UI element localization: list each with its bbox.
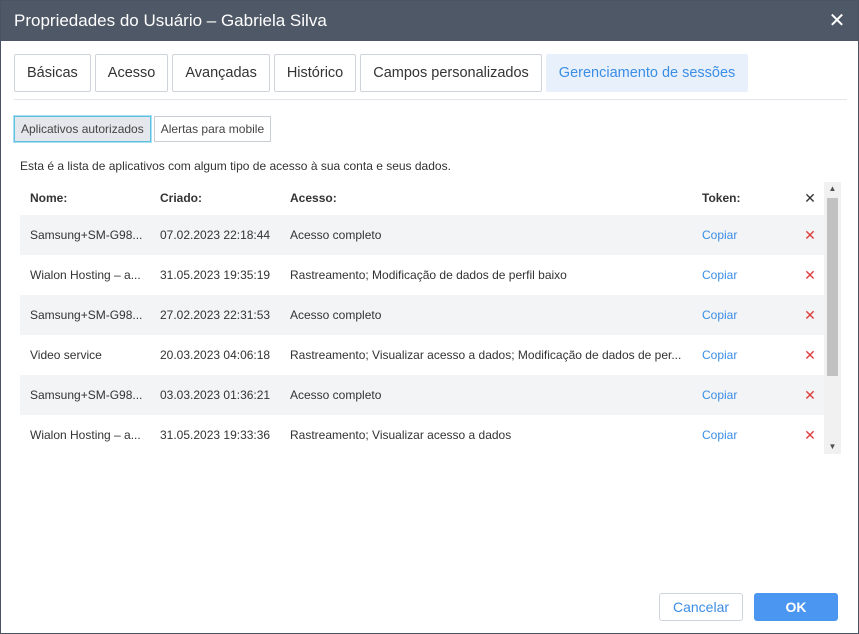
row-access: Rastreamento; Visualizar acesso a dados — [290, 428, 512, 442]
row-access: Rastreamento; Modificação de dados de pe… — [290, 268, 567, 282]
row-name: Samsung+SM-G98... — [30, 308, 143, 322]
table-row: Wialon Hosting – a... 31.05.2023 19:35:1… — [20, 255, 824, 295]
scroll-up-icon[interactable]: ▲ — [824, 182, 841, 196]
scroll-down-icon[interactable]: ▼ — [824, 440, 841, 454]
header-created: Criado: — [160, 191, 202, 205]
delete-icon[interactable]: ✕ — [802, 295, 818, 335]
delete-icon[interactable]: ✕ — [802, 215, 818, 255]
delete-icon[interactable]: ✕ — [802, 415, 818, 455]
dialog-titlebar: Propriedades do Usuário – Gabriela Silva… — [1, 1, 858, 41]
dialog-title: Propriedades do Usuário – Gabriela Silva — [14, 11, 327, 30]
table-scrollbar[interactable]: ▲ ▼ — [824, 182, 841, 454]
table-row: Samsung+SM-G98... 03.03.2023 01:36:21 Ac… — [20, 375, 824, 415]
delete-icon[interactable]: ✕ — [802, 335, 818, 375]
row-access: Acesso completo — [290, 308, 382, 322]
row-created: 03.03.2023 01:36:21 — [160, 388, 271, 402]
copy-token-link[interactable]: Copiar — [702, 295, 752, 335]
copy-token-link[interactable]: Copiar — [702, 255, 752, 295]
tab-historico[interactable]: Histórico — [273, 54, 357, 92]
tabs-divider — [14, 99, 847, 100]
row-access: Rastreamento; Visualizar acesso a dados;… — [290, 348, 682, 362]
subtab-aplicativos-autorizados[interactable]: Aplicativos autorizados — [14, 116, 151, 142]
tab-gerenciamento-de-sessoes[interactable]: Gerenciamento de sessões — [545, 54, 749, 92]
copy-token-link[interactable]: Copiar — [702, 215, 752, 255]
tab-acesso[interactable]: Acesso — [94, 54, 169, 92]
row-name: Samsung+SM-G98... — [30, 388, 143, 402]
row-created: 07.02.2023 22:18:44 — [160, 228, 271, 242]
row-created: 31.05.2023 19:35:19 — [160, 268, 271, 282]
header-access: Acesso: — [290, 191, 337, 205]
cancel-button[interactable]: Cancelar — [659, 593, 743, 621]
subtab-bar: Aplicativos autorizados Alertas para mob… — [14, 116, 274, 142]
header-token: Token: — [702, 191, 741, 205]
delete-icon[interactable]: ✕ — [802, 375, 818, 415]
row-access: Acesso completo — [290, 388, 382, 402]
delete-icon[interactable]: ✕ — [802, 255, 818, 295]
table-row: Samsung+SM-G98... 07.02.2023 22:18:44 Ac… — [20, 215, 824, 255]
table-row: Wialon Hosting – a... 31.05.2023 19:33:3… — [20, 415, 824, 455]
copy-token-link[interactable]: Copiar — [702, 335, 752, 375]
row-access: Acesso completo — [290, 228, 382, 242]
table-row: Video service 20.03.2023 04:06:18 Rastre… — [20, 335, 824, 375]
close-icon[interactable]: ✕ — [826, 10, 848, 32]
subtab-alertas-para-mobile[interactable]: Alertas para mobile — [153, 116, 272, 142]
copy-token-link[interactable]: Copiar — [702, 415, 752, 455]
tab-basicas[interactable]: Básicas — [14, 54, 91, 92]
row-name: Samsung+SM-G98... — [30, 228, 143, 242]
copy-token-link[interactable]: Copiar — [702, 375, 752, 415]
description-text: Esta é a lista de aplicativos com algum … — [20, 159, 451, 173]
row-name: Wialon Hosting – a... — [30, 428, 141, 442]
delete-all-icon[interactable]: ✕ — [802, 182, 818, 215]
row-created: 31.05.2023 19:33:36 — [160, 428, 271, 442]
row-created: 27.02.2023 22:31:53 — [160, 308, 271, 322]
ok-button[interactable]: OK — [754, 593, 838, 621]
user-properties-dialog: Propriedades do Usuário – Gabriela Silva… — [0, 0, 859, 634]
sessions-table: Nome: Criado: Acesso: Token: ✕ Samsung+S… — [20, 182, 824, 455]
row-name: Video service — [30, 348, 102, 362]
table-header: Nome: Criado: Acesso: Token: ✕ — [20, 182, 824, 215]
tab-avancadas[interactable]: Avançadas — [172, 54, 270, 92]
scroll-thumb[interactable] — [827, 198, 838, 376]
tab-campos-personalizados[interactable]: Campos personalizados — [360, 54, 542, 92]
row-name: Wialon Hosting – a... — [30, 268, 141, 282]
tab-bar: Básicas Acesso Avançadas Histórico Campo… — [14, 54, 752, 92]
row-created: 20.03.2023 04:06:18 — [160, 348, 271, 362]
header-name: Nome: — [30, 191, 68, 205]
table-row: Samsung+SM-G98... 27.02.2023 22:31:53 Ac… — [20, 295, 824, 335]
